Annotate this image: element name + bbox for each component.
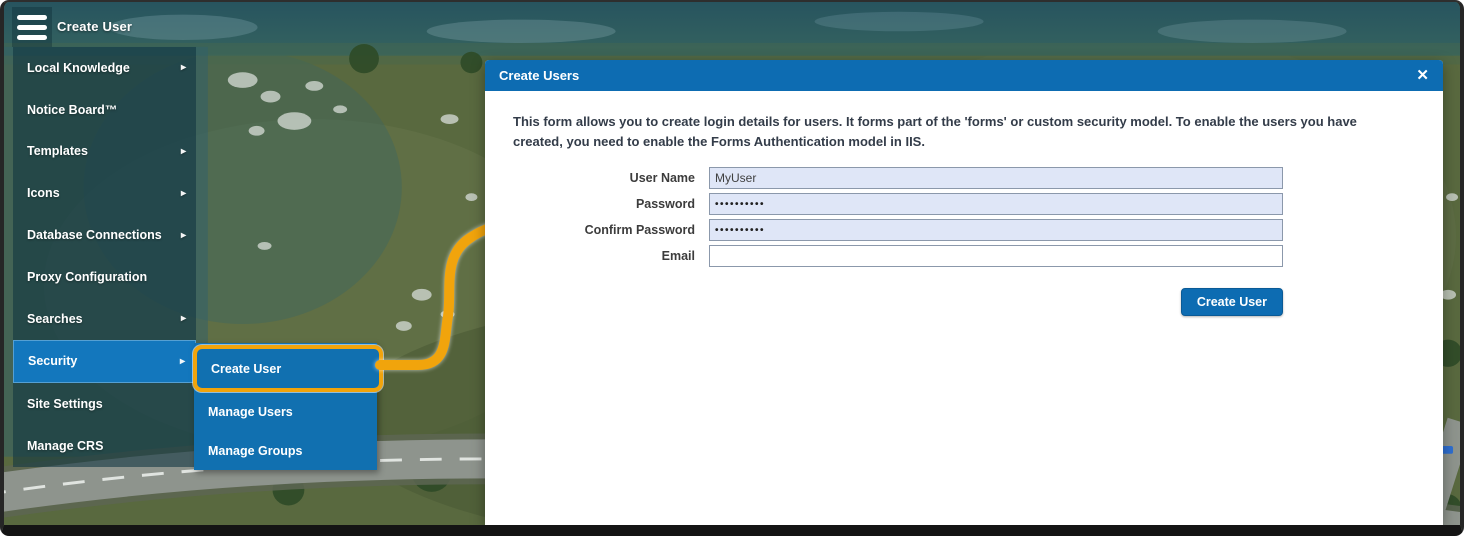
sidebar-item-security[interactable]: Security ▸ xyxy=(13,339,196,384)
page-title: Create User xyxy=(57,19,133,34)
sidebar-item-templates[interactable]: Templates ▸ xyxy=(13,131,196,173)
dialog-title: Create Users xyxy=(499,68,580,83)
sidebar-item-site-settings[interactable]: Site Settings xyxy=(13,383,196,425)
menu-toggle-button[interactable] xyxy=(12,7,52,47)
close-icon[interactable]: ✕ xyxy=(1416,68,1429,83)
sidebar-item-database-connections[interactable]: Database Connections ▸ xyxy=(13,214,196,256)
security-submenu: Create User Manage Users Manage Groups xyxy=(193,343,383,470)
chevron-right-icon: ▸ xyxy=(180,62,186,74)
sidebar-item-manage-crs[interactable]: Manage CRS xyxy=(13,425,196,467)
chevron-right-icon: ▸ xyxy=(180,145,186,157)
submenu-item-create-user[interactable]: Create User xyxy=(193,345,383,392)
email-label: Email xyxy=(661,249,695,263)
sidebar-item-local-knowledge[interactable]: Local Knowledge ▸ xyxy=(13,47,196,89)
chevron-right-icon: ▸ xyxy=(180,187,186,199)
submenu-item-manage-groups[interactable]: Manage Groups xyxy=(194,431,377,470)
email-input[interactable] xyxy=(709,245,1283,267)
create-users-dialog: Create Users ✕ This form allows you to c… xyxy=(485,60,1443,525)
create-user-button[interactable]: Create User xyxy=(1180,288,1283,316)
username-input[interactable] xyxy=(709,167,1283,189)
password-input[interactable] xyxy=(709,193,1283,215)
dialog-titlebar: Create Users ✕ xyxy=(485,60,1443,91)
chevron-right-icon: ▸ xyxy=(179,355,185,367)
create-user-form: User Name Password Confirm Password Emai… xyxy=(485,167,1443,267)
chevron-right-icon: ▸ xyxy=(180,313,186,325)
sidebar-item-notice-board[interactable]: Notice Board™ xyxy=(13,89,196,131)
sidebar: Local Knowledge ▸ Notice Board™ Template… xyxy=(13,47,196,467)
app-window: Create User Local Knowledge ▸ Notice Boa… xyxy=(0,0,1464,536)
hamburger-icon xyxy=(17,14,47,20)
dialog-description: This form allows you to create login det… xyxy=(513,114,1357,149)
submenu-item-manage-users[interactable]: Manage Users xyxy=(194,392,377,431)
sidebar-item-icons[interactable]: Icons ▸ xyxy=(13,172,196,214)
username-label: User Name xyxy=(629,171,695,185)
confirm-password-input[interactable] xyxy=(709,219,1283,241)
confirm-password-label: Confirm Password xyxy=(584,223,695,237)
sidebar-item-searches[interactable]: Searches ▸ xyxy=(13,298,196,340)
password-label: Password xyxy=(635,197,695,211)
dialog-actions: Create User xyxy=(485,288,1443,316)
chevron-right-icon: ▸ xyxy=(180,229,186,241)
sidebar-item-proxy-configuration[interactable]: Proxy Configuration xyxy=(13,256,196,298)
